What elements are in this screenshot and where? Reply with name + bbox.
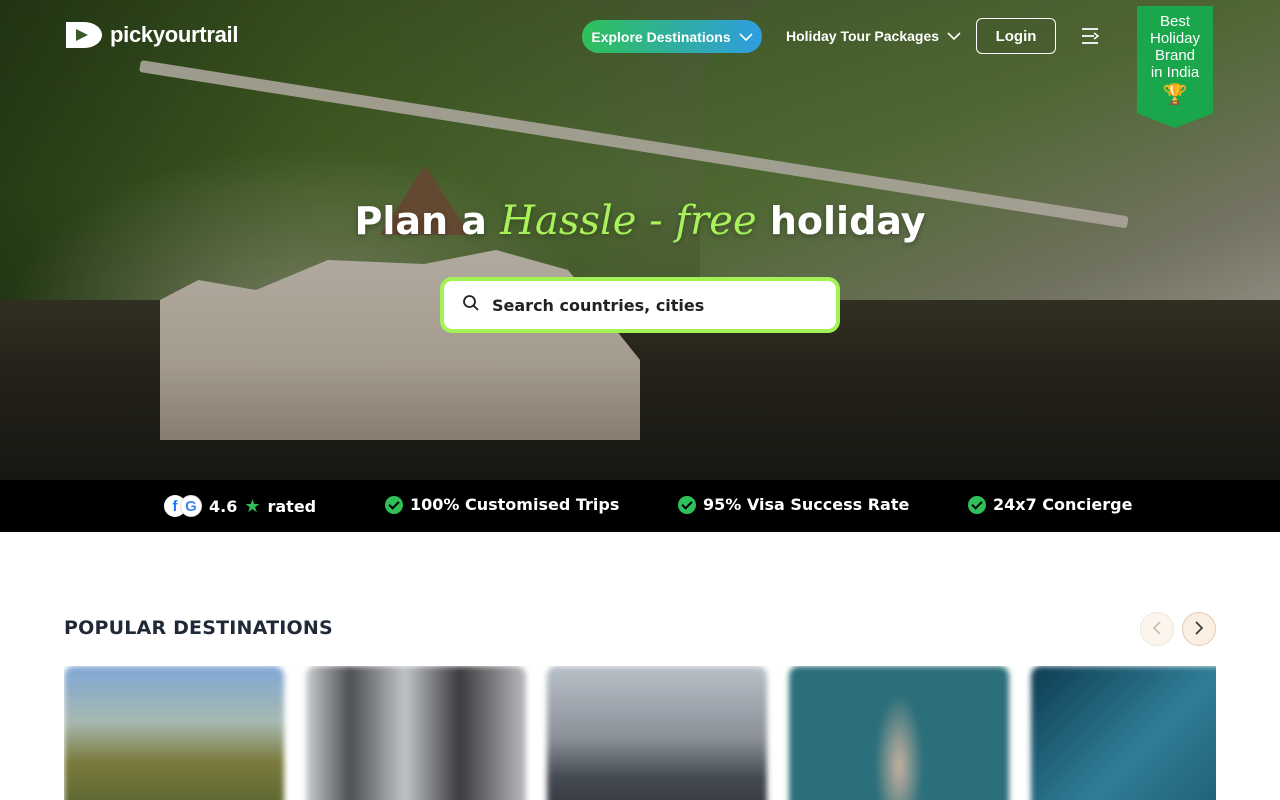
destination-card[interactable]	[547, 666, 767, 800]
hero-title-suffix: holiday	[769, 199, 926, 243]
carousel-prev-button[interactable]	[1140, 612, 1174, 646]
badge-line-4: in India	[1150, 64, 1200, 81]
trust-bar: f G 4.6 ★ rated 100% Customised Trips 95…	[0, 480, 1280, 532]
badge-line-3: Brand	[1154, 47, 1196, 64]
section-title-popular-destinations: POPULAR DESTINATIONS	[64, 617, 333, 639]
chevron-right-icon	[1194, 620, 1204, 639]
destination-carousel	[64, 666, 1216, 800]
rated-label: rated	[267, 496, 317, 516]
chevron-left-icon	[1152, 620, 1162, 639]
badge-line-2: Holiday	[1149, 30, 1201, 47]
trust-item-label: 95% Visa Success Rate	[703, 495, 910, 514]
trophy-icon: 🏆	[1162, 84, 1188, 106]
trust-item-label: 24x7 Concierge	[993, 495, 1133, 514]
best-brand-badge: Best Holiday Brand in India 🏆	[1137, 6, 1213, 128]
trust-item-concierge: 24x7 Concierge	[968, 495, 1132, 514]
hamburger-menu-icon[interactable]	[1080, 26, 1100, 46]
explore-destinations-button[interactable]: Explore Destinations	[582, 20, 762, 53]
star-icon: ★	[244, 495, 261, 517]
rating-item: f G 4.6 ★ rated	[164, 495, 316, 517]
destination-card[interactable]	[1031, 666, 1216, 800]
destination-card[interactable]	[306, 666, 526, 800]
logo-icon	[64, 20, 104, 50]
chevron-down-icon	[739, 29, 753, 45]
badge-line-1: Best	[1159, 13, 1190, 30]
holiday-packages-label: Holiday Tour Packages	[786, 28, 940, 44]
check-circle-icon	[385, 495, 403, 514]
logo-text: pickyourtrail	[110, 22, 239, 47]
search-icon	[462, 294, 480, 316]
hero-title: Plan a Hassle - free holiday	[0, 198, 1280, 244]
trust-item-customised: 100% Customised Trips	[385, 495, 619, 514]
search-placeholder: Search countries, cities	[492, 295, 705, 315]
hero-title-prefix: Plan a	[354, 199, 487, 243]
review-logos: f G	[164, 495, 202, 517]
brand-logo[interactable]: pickyourtrail	[64, 20, 238, 50]
holiday-packages-menu[interactable]: Holiday Tour Packages	[786, 28, 961, 44]
trust-item-label: 100% Customised Trips	[410, 495, 620, 514]
chevron-down-icon	[947, 28, 961, 44]
google-icon: G	[180, 495, 202, 517]
destination-card[interactable]	[64, 666, 284, 800]
check-circle-icon	[968, 495, 986, 514]
login-button[interactable]: Login	[976, 18, 1056, 54]
check-circle-icon	[678, 495, 696, 514]
trust-item-visa: 95% Visa Success Rate	[678, 495, 909, 514]
rating-value: 4.6	[209, 496, 238, 516]
search-input[interactable]: Search countries, cities	[440, 277, 840, 333]
destination-card[interactable]	[789, 666, 1009, 800]
hero-title-script: Hassle - free	[500, 198, 757, 244]
carousel-next-button[interactable]	[1182, 612, 1216, 646]
explore-destinations-label: Explore Destinations	[591, 28, 731, 45]
